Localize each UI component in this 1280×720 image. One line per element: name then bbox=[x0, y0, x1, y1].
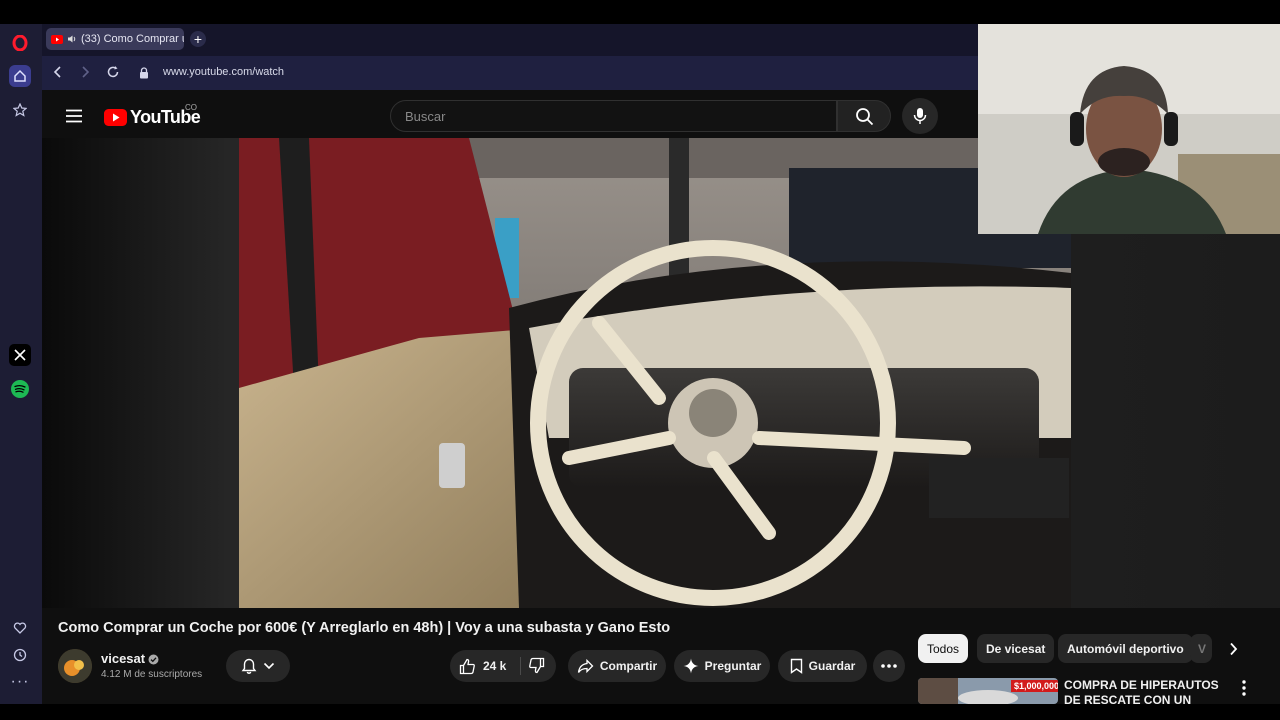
history-clock-icon[interactable] bbox=[9, 644, 31, 666]
spotify-icon[interactable] bbox=[9, 378, 31, 400]
recommendation-menu-icon[interactable] bbox=[1242, 680, 1246, 701]
recommendation-title[interactable]: COMPRA DE HIPERAUTOS DE RESCATE CON UN bbox=[1064, 678, 1230, 704]
speaker-icon[interactable] bbox=[67, 34, 77, 44]
search-box[interactable]: Buscar bbox=[390, 100, 837, 132]
screen-top-bar bbox=[0, 0, 1280, 24]
bell-icon bbox=[241, 658, 257, 674]
home-icon[interactable] bbox=[9, 65, 31, 87]
active-tab[interactable]: (33) Como Comprar u bbox=[46, 28, 184, 50]
ask-button[interactable]: Preguntar bbox=[674, 650, 770, 682]
heart-icon[interactable] bbox=[9, 617, 31, 639]
share-button[interactable]: Compartir bbox=[568, 650, 666, 682]
search-placeholder: Buscar bbox=[405, 109, 446, 124]
youtube-logo-icon bbox=[104, 109, 127, 126]
video-title: Como Comprar un Coche por 600€ (Y Arregl… bbox=[58, 620, 671, 636]
video-frame[interactable] bbox=[239, 138, 1071, 608]
chip-automovil-deportivo[interactable]: Automóvil deportivo bbox=[1058, 634, 1193, 663]
tab-title: (33) Como Comprar u bbox=[81, 33, 184, 45]
webcam-overlay bbox=[978, 24, 1280, 234]
youtube-favicon-icon bbox=[51, 34, 63, 44]
like-button[interactable]: 24 k bbox=[459, 658, 506, 675]
dislike-button[interactable] bbox=[528, 657, 545, 677]
chips-next-button[interactable] bbox=[1222, 638, 1244, 660]
like-dislike-group: 24 k bbox=[450, 650, 556, 682]
microphone-icon bbox=[913, 108, 927, 124]
lock-icon[interactable] bbox=[139, 66, 149, 84]
screen-bottom-bar bbox=[0, 704, 1280, 720]
sparkle-icon bbox=[683, 658, 699, 674]
new-tab-plus-icon[interactable]: + bbox=[190, 31, 206, 47]
more-actions-button[interactable] bbox=[873, 650, 905, 682]
subscription-notifications-button[interactable] bbox=[226, 650, 290, 682]
region-code: CO bbox=[185, 103, 197, 112]
address-bar: www.youtube.com/watch bbox=[42, 56, 978, 91]
search-icon bbox=[855, 107, 873, 125]
share-arrow-icon bbox=[577, 658, 594, 673]
save-label: Guardar bbox=[808, 659, 856, 673]
chip-de-vicesat[interactable]: De vicesat bbox=[977, 634, 1055, 663]
browser-sidebar: ··· bbox=[0, 24, 42, 704]
thumbnail-price-badge: $1,000,000 bbox=[1011, 680, 1058, 692]
forward-arrow-icon[interactable] bbox=[79, 65, 91, 84]
thumbs-up-icon bbox=[459, 658, 475, 674]
save-button[interactable]: Guardar bbox=[778, 650, 867, 682]
tab-bar: (33) Como Comprar u + bbox=[42, 24, 978, 56]
subscriber-count: 4.12 M de suscriptores bbox=[101, 669, 203, 680]
share-label: Compartir bbox=[599, 659, 658, 673]
search-button[interactable] bbox=[837, 100, 891, 132]
webcam-person-image bbox=[978, 24, 1280, 234]
menu-hamburger-icon[interactable] bbox=[66, 109, 82, 128]
channel-avatar[interactable] bbox=[58, 649, 92, 683]
recommendation-thumbnail[interactable]: $1,000,000 bbox=[918, 678, 1058, 704]
voice-search-button[interactable] bbox=[902, 98, 938, 134]
chip-truncated[interactable]: V bbox=[1190, 634, 1212, 663]
chevron-down-icon bbox=[263, 662, 275, 670]
chevron-right-icon bbox=[1229, 642, 1237, 656]
bookmarks-star-icon[interactable] bbox=[9, 99, 31, 121]
ask-label: Preguntar bbox=[704, 659, 762, 673]
back-arrow-icon[interactable] bbox=[52, 65, 64, 84]
verified-check-icon bbox=[148, 652, 159, 670]
thumbs-down-icon bbox=[529, 657, 545, 674]
like-count: 24 k bbox=[483, 659, 507, 673]
opera-logo-icon[interactable] bbox=[9, 32, 31, 54]
more-horizontal-icon bbox=[881, 664, 897, 668]
bookmark-icon bbox=[790, 658, 802, 674]
reload-icon[interactable] bbox=[106, 65, 120, 84]
url-field[interactable]: www.youtube.com/watch bbox=[163, 66, 284, 78]
more-dots-icon[interactable]: ··· bbox=[9, 671, 31, 693]
like-divider bbox=[520, 657, 521, 675]
channel-name[interactable]: vicesat bbox=[101, 651, 145, 666]
x-twitter-icon[interactable] bbox=[9, 344, 31, 366]
car-interior-video-image bbox=[239, 138, 1071, 608]
chip-todos[interactable]: Todos bbox=[918, 634, 969, 663]
